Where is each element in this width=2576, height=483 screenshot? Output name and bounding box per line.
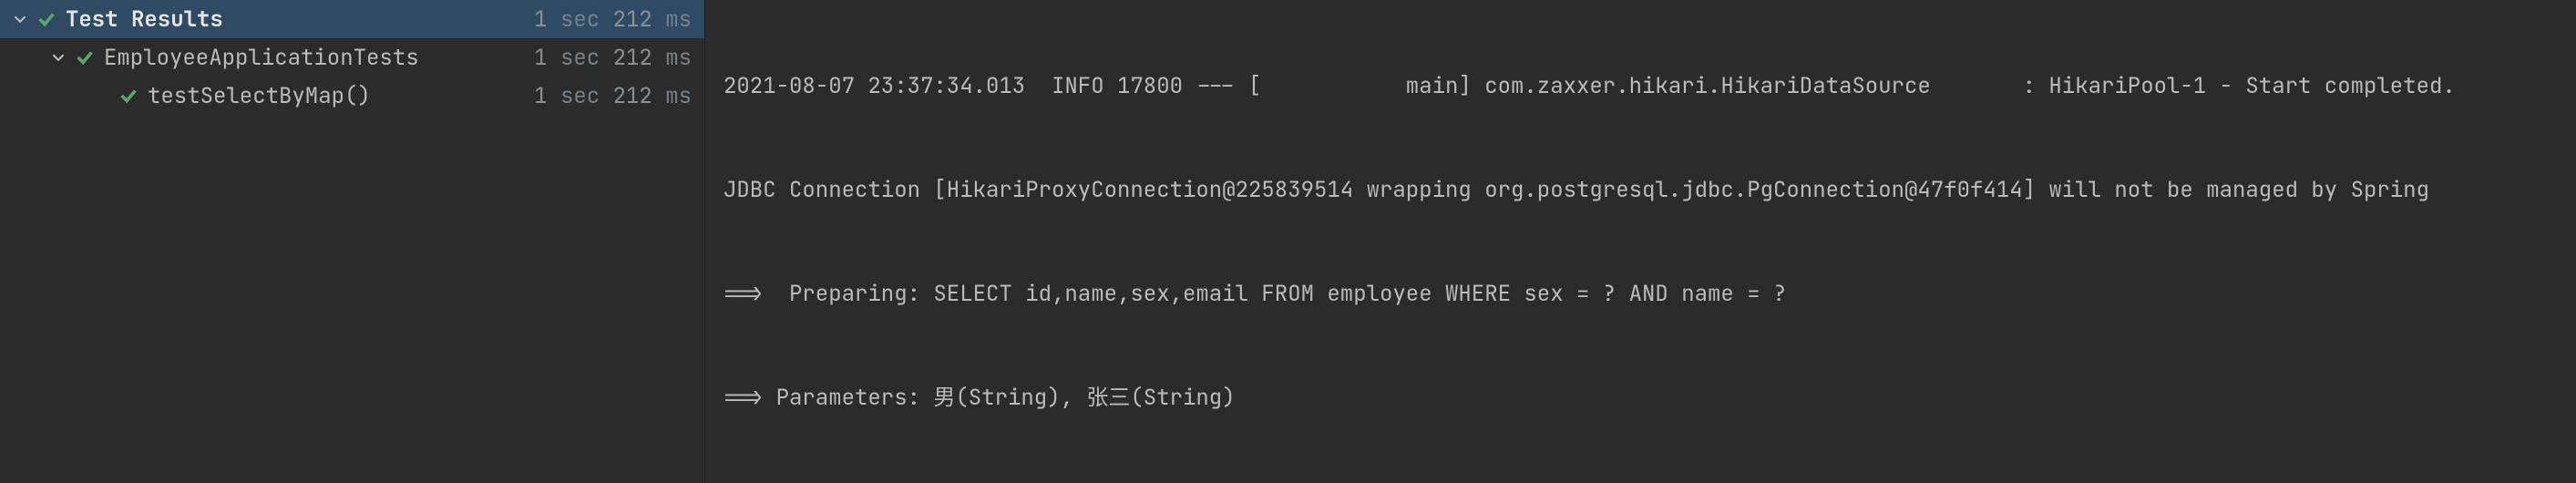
test-suite-node[interactable]: EmployeeApplicationTests 1 sec 212 ms	[0, 38, 704, 77]
console-line: JDBC Connection [HikariProxyConnection@2…	[724, 173, 2558, 208]
test-pass-icon	[36, 9, 56, 29]
test-duration: 1 sec 212 ms	[534, 82, 692, 110]
test-suite-label: EmployeeApplicationTests	[104, 44, 419, 72]
run-tool-window: Test Results 1 sec 212 ms EmployeeApplic…	[0, 0, 2576, 483]
console-output[interactable]: 2021-08-07 23:37:34.013 INFO 17800 --- […	[705, 0, 2576, 483]
test-duration: 1 sec 212 ms	[534, 44, 692, 72]
test-tree-root[interactable]: Test Results 1 sec 212 ms	[0, 0, 704, 38]
console-line: ==> Preparing: SELECT id,name,sex,email …	[724, 277, 2558, 312]
test-duration: 1 sec 212 ms	[534, 5, 692, 34]
test-pass-icon	[118, 86, 139, 106]
test-results-tree[interactable]: Test Results 1 sec 212 ms EmployeeApplic…	[0, 0, 705, 483]
console-line: 2021-08-07 23:37:34.013 INFO 17800 --- […	[724, 69, 2558, 104]
test-tree-root-label: Test Results	[66, 5, 223, 34]
test-pass-icon	[75, 47, 95, 67]
console-line: ==> Parameters: 男(String), 张三(String)	[724, 381, 2558, 416]
test-case-node[interactable]: testSelectByMap() 1 sec 212 ms	[0, 77, 704, 115]
test-case-label: testSelectByMap()	[148, 82, 371, 110]
chevron-down-icon	[51, 51, 66, 64]
chevron-down-icon	[13, 13, 27, 26]
